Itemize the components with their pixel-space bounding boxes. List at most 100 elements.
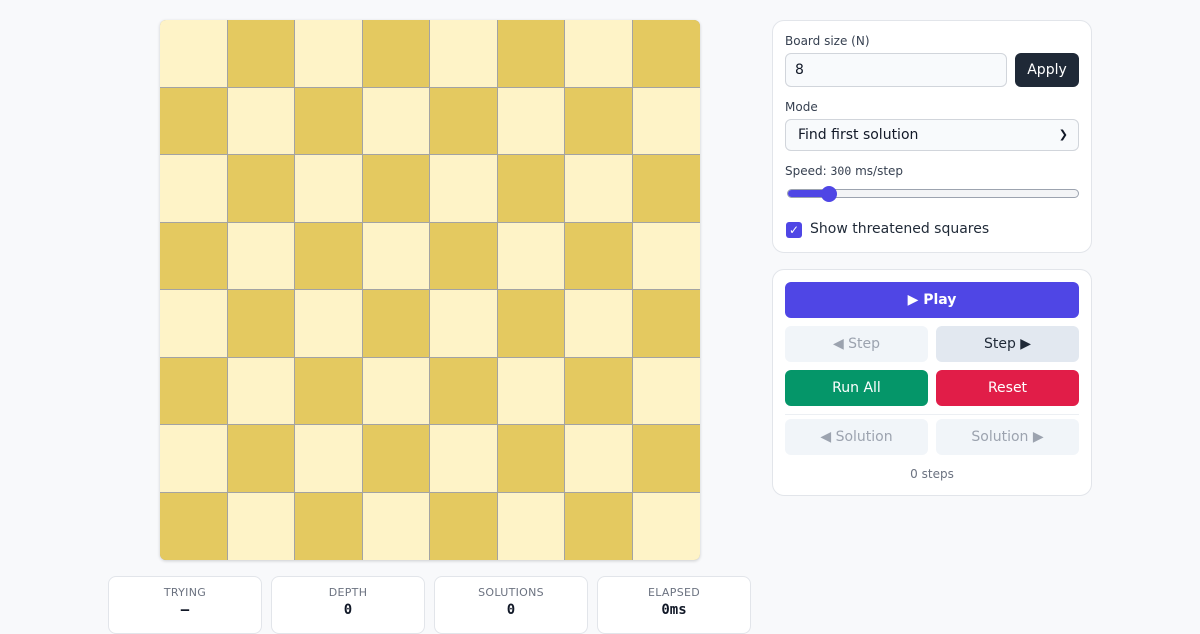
board-square[interactable] — [295, 20, 363, 88]
board-square[interactable] — [160, 425, 228, 493]
speed-value: 300 — [830, 164, 852, 178]
chess-board — [160, 20, 700, 560]
board-square[interactable] — [160, 87, 228, 155]
board-square[interactable] — [632, 155, 700, 223]
board-square[interactable] — [497, 290, 565, 358]
board-square[interactable] — [430, 492, 498, 560]
stat-label: SOLUTIONS — [478, 586, 544, 599]
controls-panel: ▶ Play ◀ Step Step ▶ Run All Reset ◀ Sol… — [772, 269, 1092, 496]
board-square[interactable] — [227, 20, 295, 88]
stat-solutions: SOLUTIONS 0 — [434, 576, 588, 634]
board-square[interactable] — [632, 20, 700, 88]
board-square[interactable] — [497, 155, 565, 223]
stat-value: 0 — [343, 602, 353, 618]
board-square[interactable] — [430, 290, 498, 358]
board-square[interactable] — [362, 290, 430, 358]
board-square[interactable] — [160, 155, 228, 223]
board-square[interactable] — [295, 155, 363, 223]
board-square[interactable] — [362, 357, 430, 425]
board-square[interactable] — [160, 357, 228, 425]
next-solution-button[interactable]: Solution ▶ — [936, 419, 1079, 455]
mode-selected-value: Find first solution — [798, 127, 919, 143]
board-square[interactable] — [430, 20, 498, 88]
board-square[interactable] — [160, 20, 228, 88]
board-square[interactable] — [497, 492, 565, 560]
board-square[interactable] — [430, 425, 498, 493]
speed-slider-thumb[interactable] — [820, 186, 837, 202]
play-button[interactable]: ▶ Play — [785, 282, 1079, 318]
board-square[interactable] — [497, 357, 565, 425]
board-square[interactable] — [295, 425, 363, 493]
speed-unit: ms/step — [855, 164, 904, 178]
stat-depth: DEPTH 0 — [271, 576, 425, 634]
stat-trying: TRYING — — [108, 576, 262, 634]
board-square[interactable] — [632, 357, 700, 425]
board-square[interactable] — [295, 222, 363, 290]
board-square[interactable] — [362, 492, 430, 560]
board-square[interactable] — [497, 20, 565, 88]
board-square[interactable] — [565, 20, 633, 88]
board-square[interactable] — [362, 425, 430, 493]
show-threatened-checkbox[interactable]: ✓ — [786, 222, 802, 238]
board-square[interactable] — [227, 222, 295, 290]
run-all-button[interactable]: Run All — [785, 370, 928, 406]
board-square[interactable] — [227, 87, 295, 155]
board-square[interactable] — [362, 20, 430, 88]
board-square[interactable] — [565, 87, 633, 155]
board-square[interactable] — [227, 492, 295, 560]
speed-label: Speed: — [785, 164, 827, 178]
board-square[interactable] — [295, 87, 363, 155]
board-square[interactable] — [632, 87, 700, 155]
stat-label: DEPTH — [328, 586, 368, 599]
board-square[interactable] — [632, 290, 700, 358]
prev-solution-button[interactable]: ◀ Solution — [785, 419, 928, 455]
board-square[interactable] — [160, 222, 228, 290]
apply-button[interactable]: Apply — [1015, 53, 1079, 87]
board-square[interactable] — [632, 492, 700, 560]
board-square[interactable] — [227, 425, 295, 493]
board-square[interactable] — [362, 87, 430, 155]
board-square[interactable] — [565, 155, 633, 223]
board-square[interactable] — [497, 425, 565, 493]
board-square[interactable] — [160, 290, 228, 358]
board-square[interactable] — [362, 155, 430, 223]
board-square[interactable] — [565, 492, 633, 560]
stat-label: ELAPSED — [648, 586, 700, 599]
step-forward-button[interactable]: Step ▶ — [936, 326, 1079, 362]
board-square[interactable] — [565, 357, 633, 425]
board-square[interactable] — [430, 222, 498, 290]
stat-value: 0 — [506, 602, 516, 618]
board-square[interactable] — [565, 222, 633, 290]
mode-select[interactable]: Find first solution ❯ — [785, 119, 1079, 151]
step-back-button[interactable]: ◀ Step — [785, 326, 928, 362]
chevron-down-icon: ❯ — [1058, 128, 1068, 141]
board-square[interactable] — [497, 87, 565, 155]
board-square[interactable] — [430, 155, 498, 223]
board-square[interactable] — [497, 222, 565, 290]
board-square[interactable] — [227, 290, 295, 358]
board-square[interactable] — [295, 492, 363, 560]
board-square[interactable] — [227, 155, 295, 223]
board-square[interactable] — [295, 357, 363, 425]
steps-counter: 0 steps — [910, 467, 954, 481]
board-square[interactable] — [430, 357, 498, 425]
show-threatened-label: Show threatened squares — [810, 221, 990, 237]
board-square[interactable] — [565, 425, 633, 493]
speed-label-row: Speed: 300 ms/step — [785, 164, 903, 178]
stat-elapsed: ELAPSED 0ms — [597, 576, 751, 634]
board-size-input[interactable]: 8 — [785, 53, 1007, 87]
board-size-label: Board size (N) — [785, 34, 870, 48]
stat-value: — — [180, 602, 190, 618]
board-square[interactable] — [295, 290, 363, 358]
board-square[interactable] — [227, 357, 295, 425]
board-square[interactable] — [362, 222, 430, 290]
board-square[interactable] — [632, 222, 700, 290]
board-square[interactable] — [160, 492, 228, 560]
board-square[interactable] — [430, 87, 498, 155]
board-square[interactable] — [632, 425, 700, 493]
divider — [785, 414, 1079, 415]
stat-label: TRYING — [163, 586, 207, 599]
stats-bar: TRYING — DEPTH 0 SOLUTIONS 0 ELAPSED 0ms — [108, 576, 751, 634]
board-square[interactable] — [565, 290, 633, 358]
reset-button[interactable]: Reset — [936, 370, 1079, 406]
